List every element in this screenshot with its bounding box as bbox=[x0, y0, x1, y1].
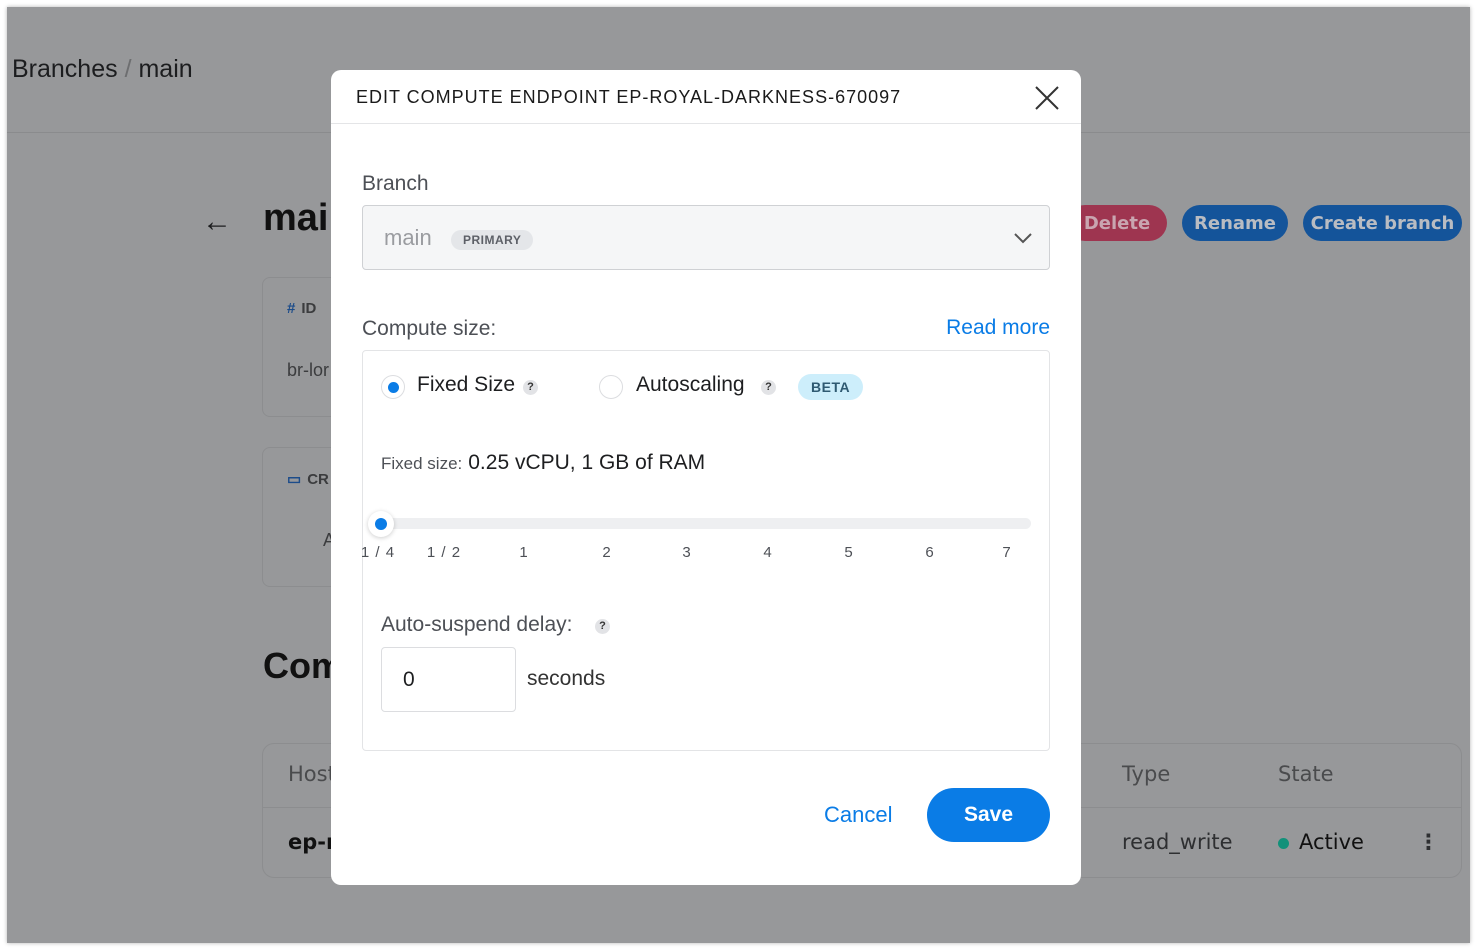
slider-tick-label: 2 bbox=[602, 544, 612, 561]
card-label: CR bbox=[307, 471, 329, 488]
header-state: State bbox=[1278, 762, 1334, 786]
branch-value: main bbox=[384, 225, 432, 250]
cancel-button[interactable]: Cancel bbox=[824, 802, 892, 828]
breadcrumb-current: main bbox=[138, 55, 193, 83]
branch-select[interactable]: main PRIMARY bbox=[362, 205, 1050, 270]
branch-label: Branch bbox=[362, 172, 429, 195]
slider-tick-label: 6 bbox=[925, 544, 935, 561]
slider-thumb[interactable] bbox=[368, 511, 394, 537]
save-button[interactable]: Save bbox=[927, 788, 1050, 842]
slider-tick-label: 5 bbox=[844, 544, 854, 561]
help-icon[interactable]: ? bbox=[761, 380, 776, 395]
close-icon[interactable] bbox=[1033, 84, 1061, 112]
arrow-left-icon[interactable]: ← bbox=[202, 205, 232, 239]
fixed-size-radio[interactable] bbox=[381, 375, 405, 399]
autoscaling-radio[interactable] bbox=[599, 375, 623, 399]
breadcrumb: Branches / main bbox=[12, 55, 193, 84]
seconds-label: seconds bbox=[527, 667, 606, 690]
cell-type: read_write bbox=[1122, 830, 1233, 854]
slider-tick-label: 3 bbox=[682, 544, 692, 561]
modal-title: EDIT COMPUTE ENDPOINT EP-ROYAL-DARKNESS-… bbox=[356, 87, 902, 107]
calendar-icon: ▭ bbox=[287, 471, 302, 488]
slider-tick-label: 7 bbox=[1002, 544, 1012, 561]
breadcrumb-separator: / bbox=[124, 55, 132, 83]
state-label: Active bbox=[1299, 830, 1364, 854]
slider-tick-label: 1 bbox=[519, 544, 529, 561]
slider-tick-label: 4 bbox=[763, 544, 773, 561]
slider-tick-label: 1 / 4 bbox=[360, 544, 396, 561]
fixed-size-readout: Fixed size: 0.25 vCPU, 1 GB of RAM bbox=[381, 451, 705, 475]
slider-tick-label: 1 / 2 bbox=[426, 544, 462, 561]
chevron-down-icon bbox=[1014, 233, 1032, 244]
autoscaling-label[interactable]: Autoscaling bbox=[636, 373, 745, 397]
fixed-size-value: 0.25 vCPU, 1 GB of RAM bbox=[468, 451, 706, 474]
compute-size-panel: Fixed Size ? Autoscaling ? BETA Fixed si… bbox=[360, 350, 1050, 751]
breadcrumb-branches[interactable]: Branches bbox=[12, 55, 118, 83]
beta-badge: BETA bbox=[798, 374, 864, 400]
fixed-size-label[interactable]: Fixed Size bbox=[417, 373, 515, 397]
compute-size-slider[interactable] bbox=[368, 511, 1031, 537]
cell-host[interactable]: ep-r bbox=[288, 830, 336, 854]
status-dot-icon bbox=[1278, 838, 1289, 849]
fixed-size-key: Fixed size: bbox=[381, 454, 463, 473]
hash-icon: # bbox=[287, 300, 296, 317]
edit-endpoint-modal: EDIT COMPUTE ENDPOINT EP-ROYAL-DARKNESS-… bbox=[331, 70, 1081, 885]
create-branch-button[interactable]: Create branch bbox=[1303, 205, 1462, 241]
auto-suspend-input[interactable] bbox=[381, 647, 516, 712]
primary-badge: PRIMARY bbox=[451, 230, 534, 250]
card-value: br-lor bbox=[287, 360, 330, 380]
read-more-link[interactable]: Read more bbox=[946, 316, 1050, 340]
header-type: Type bbox=[1122, 762, 1171, 786]
status-badge: Active bbox=[1278, 830, 1364, 854]
more-vertical-icon[interactable]: ⋮ bbox=[1418, 830, 1439, 854]
compute-size-label: Compute size: bbox=[362, 317, 497, 340]
auto-suspend-label: Auto-suspend delay: bbox=[381, 613, 573, 636]
card-label: ID bbox=[301, 300, 317, 317]
rename-button[interactable]: Rename bbox=[1182, 205, 1288, 241]
help-icon[interactable]: ? bbox=[595, 619, 610, 634]
delete-button[interactable]: Delete bbox=[1067, 205, 1167, 241]
help-icon[interactable]: ? bbox=[523, 380, 538, 395]
header-host: Host bbox=[288, 762, 336, 786]
